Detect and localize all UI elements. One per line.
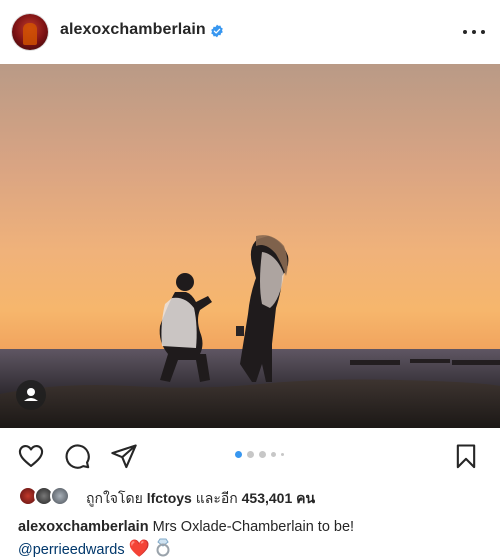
carousel-dot: [281, 453, 284, 456]
send-icon[interactable]: [110, 442, 138, 470]
likes-suffix: คน: [296, 490, 316, 506]
likes-summary[interactable]: ถูกใจโดย lfctoys และอีก 453,401 คน: [86, 488, 315, 510]
tagged-users-button[interactable]: [16, 380, 46, 410]
post-caption: alexoxchamberlain Mrs Oxlade-Chamberlain…: [18, 517, 488, 557]
bookmark-icon[interactable]: [452, 442, 480, 470]
person-icon: [24, 388, 38, 401]
carousel-dot: [247, 451, 254, 458]
post-username[interactable]: alexoxchamberlain: [60, 21, 206, 39]
carousel-indicator: [235, 451, 295, 459]
carousel-dot: [271, 452, 276, 457]
liker-avatar[interactable]: [50, 486, 70, 506]
ring-icon: [156, 538, 170, 557]
heart-outline-icon[interactable]: [17, 442, 45, 470]
proposal-photo: [0, 64, 500, 428]
post-photo[interactable]: [0, 64, 500, 428]
caption-username[interactable]: alexoxchamberlain: [18, 519, 149, 535]
comment-icon[interactable]: [63, 442, 91, 470]
red-heart-icon: ❤️: [128, 539, 150, 557]
likes-prefix: ถูกใจโดย: [86, 490, 143, 506]
likes-count[interactable]: 453,401: [242, 490, 293, 506]
caption-text: Mrs Oxlade-Chamberlain to be!: [152, 519, 355, 535]
carousel-dot-active: [235, 451, 242, 458]
post-header: alexoxchamberlain: [0, 0, 500, 64]
verified-badge-icon: [211, 24, 223, 38]
profile-avatar[interactable]: [12, 14, 48, 50]
likes-middle: และอีก: [195, 490, 238, 506]
caption-mention[interactable]: @perrieedwards: [18, 542, 125, 557]
carousel-dot: [259, 451, 266, 458]
liker-username[interactable]: lfctoys: [147, 490, 192, 506]
more-options-icon[interactable]: [462, 22, 486, 42]
likes-row: ถูกใจโดย lfctoys และอีก 453,401 คน: [0, 484, 500, 510]
